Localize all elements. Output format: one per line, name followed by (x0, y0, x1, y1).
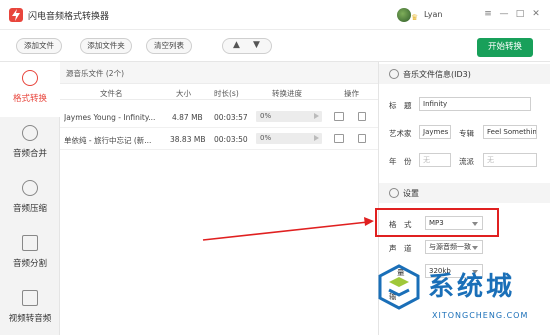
watermark: 系统城 XITONGCHENG.COM (368, 258, 550, 335)
watermark-logo-icon (378, 264, 420, 310)
watermark-url: XITONGCHENG.COM (432, 311, 529, 320)
watermark-text: 系统城 (428, 272, 516, 302)
